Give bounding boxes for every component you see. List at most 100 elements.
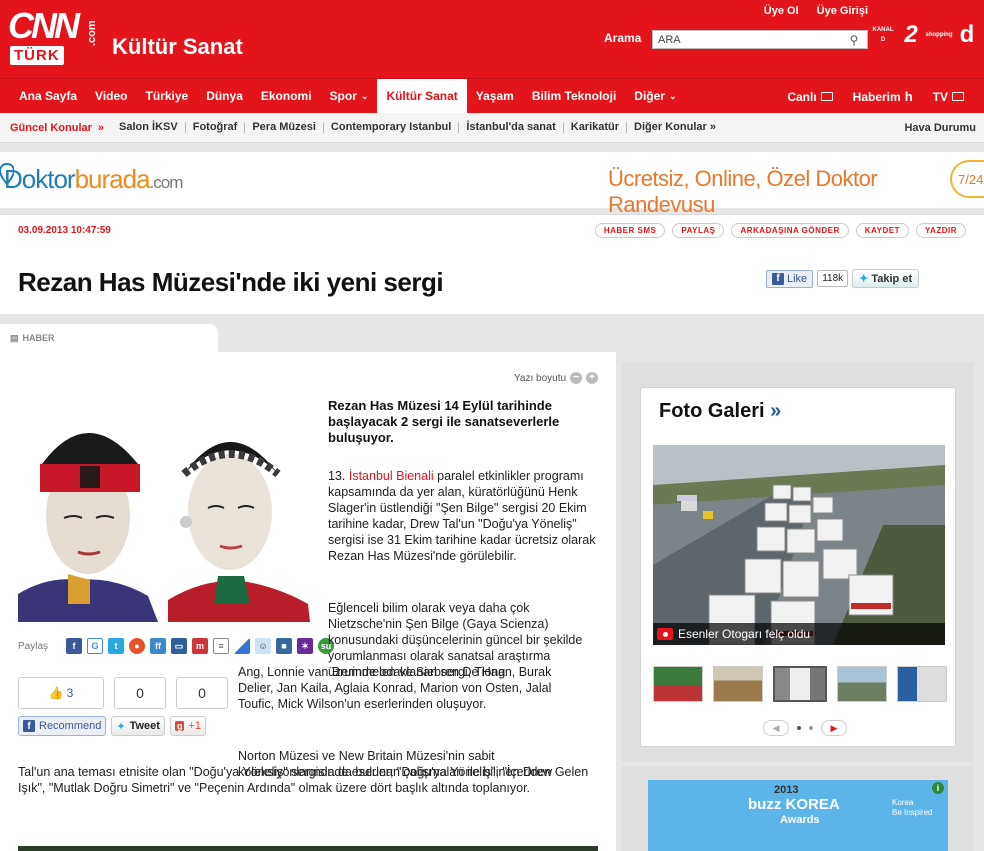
twitter-follow-button[interactable]: ✦ Takip et bbox=[852, 269, 920, 288]
nav-tv[interactable]: TV bbox=[923, 79, 974, 114]
topics-lead-arrow: » bbox=[97, 121, 105, 134]
tw-follow-label: Takip et bbox=[871, 272, 913, 285]
ad-info-icon[interactable]: i bbox=[932, 782, 944, 794]
article-photo bbox=[18, 404, 310, 622]
register-link[interactable]: Üye Ol bbox=[764, 5, 799, 17]
nav-turkiye[interactable]: Türkiye bbox=[137, 79, 198, 114]
topic-salon-iksv[interactable]: Salon İKSV bbox=[112, 122, 186, 133]
camera-icon bbox=[657, 628, 673, 640]
article-paragraph-2-cont: Ang, Lonnie van Brummelen ve Siebren De … bbox=[238, 665, 552, 711]
topic-istanbulda-sanat[interactable]: İstanbul'da sanat bbox=[459, 122, 564, 133]
friendfeed-share-icon[interactable]: ● bbox=[129, 638, 145, 654]
facebook-like-button[interactable]: f Like bbox=[766, 269, 814, 288]
font-decrease-icon[interactable]: − bbox=[570, 372, 583, 384]
pager-dot-active[interactable] bbox=[797, 726, 801, 730]
nav-bilim-teknoloji[interactable]: Bilim Teknoloji bbox=[523, 79, 625, 114]
nav-haberim[interactable]: Haberim h bbox=[843, 79, 923, 114]
digg-share-icon[interactable]: ■ bbox=[276, 638, 292, 654]
search-input[interactable] bbox=[653, 33, 845, 46]
haber-sms-button[interactable]: HABER SMS bbox=[594, 223, 666, 238]
nav-haberim-label: Haberim bbox=[852, 89, 901, 104]
shopping-label: shopping bbox=[925, 32, 953, 38]
tweet-label: Tweet bbox=[129, 720, 160, 732]
hava-durumu-link[interactable]: Hava Durumu bbox=[904, 122, 976, 134]
gallery-thumb-selected[interactable] bbox=[773, 666, 827, 702]
gallery-thumb[interactable] bbox=[837, 666, 887, 702]
search-icon[interactable]: ⚲ bbox=[845, 31, 863, 48]
nav-ekonomi[interactable]: Ekonomi bbox=[252, 79, 321, 114]
topics-lead: Güncel Konular bbox=[10, 121, 92, 134]
nav-video[interactable]: Video bbox=[86, 79, 136, 114]
buzz-korea-ad[interactable]: 2013 buzz KOREA Awards Korea Be Inspired … bbox=[648, 780, 948, 851]
paylas-button[interactable]: PAYLAŞ bbox=[672, 223, 725, 238]
nav-dunya[interactable]: Dünya bbox=[197, 79, 252, 114]
user-links: Üye Ol Üye Girişi bbox=[764, 5, 868, 17]
twitter-bird-icon: ✦ bbox=[859, 273, 869, 285]
tweet-button[interactable]: ✦ Tweet bbox=[111, 716, 165, 736]
cnnturk-logo[interactable]: CNN TÜRK .com bbox=[8, 6, 100, 70]
nav-spor-label: Spor bbox=[329, 89, 357, 103]
ff-share-icon[interactable]: ff bbox=[150, 638, 166, 654]
nav-yasam[interactable]: Yaşam bbox=[467, 79, 523, 114]
myspace-share-icon[interactable]: ▭ bbox=[171, 638, 187, 654]
gplus-button[interactable]: g +1 bbox=[169, 716, 206, 736]
topic-karikatur[interactable]: Karikatür bbox=[564, 122, 628, 133]
logo-turk-text: TÜRK bbox=[10, 46, 64, 65]
reddit-share-icon[interactable]: ☺ bbox=[255, 638, 271, 654]
gallery-prev-button[interactable]: ◀ bbox=[763, 720, 789, 736]
ad-name: buzz KOREA bbox=[748, 796, 840, 813]
p1-post: paralel etkinlikler programı kapsamında … bbox=[328, 469, 596, 563]
login-link[interactable]: Üye Girişi bbox=[817, 5, 868, 17]
haber-tab[interactable]: ▤ HABER bbox=[0, 324, 218, 352]
topic-fotograf[interactable]: Fotoğraf bbox=[186, 122, 246, 133]
gallery-next-button[interactable]: ▶ bbox=[821, 720, 847, 736]
font-increase-icon[interactable]: + bbox=[586, 372, 599, 384]
gallery-thumb[interactable] bbox=[897, 666, 947, 702]
tweet-count-box: 0 bbox=[114, 677, 166, 709]
share-buttons: f Recommend ✦ Tweet g +1 bbox=[18, 716, 206, 736]
kanal-d-logo[interactable]: KANAL D bbox=[870, 20, 896, 50]
gallery-thumb[interactable] bbox=[713, 666, 763, 702]
facebook-icon: f bbox=[772, 272, 784, 285]
pager-dot[interactable] bbox=[809, 726, 813, 730]
nav-diger[interactable]: Diğer ⌄ bbox=[625, 79, 685, 114]
nav-spor[interactable]: Spor ⌄ bbox=[321, 79, 378, 114]
facebook-share-icon[interactable]: f bbox=[66, 638, 82, 654]
kaydet-button[interactable]: KAYDET bbox=[855, 223, 909, 238]
fb-like-count: 118k bbox=[817, 270, 849, 287]
chevron-down-icon: ⌄ bbox=[360, 90, 369, 101]
yazdir-button[interactable]: YAZDIR bbox=[915, 223, 966, 238]
gallery-arrow: » bbox=[770, 400, 782, 422]
nav-kultur-sanat[interactable]: Kültür Sanat bbox=[377, 78, 467, 114]
yahoo-share-icon[interactable]: ✶ bbox=[297, 638, 313, 654]
nav-canli[interactable]: Canlı bbox=[777, 79, 842, 114]
gallery-thumb[interactable] bbox=[653, 666, 703, 702]
site-header: CNN TÜRK .com Kültür Sanat Üye Ol Üye Gi… bbox=[0, 0, 984, 78]
gallery-main-image[interactable]: Esenler Otogarı felç oldu bbox=[653, 445, 945, 645]
ad-side-1: Korea bbox=[892, 798, 914, 807]
share-counts: 👍 3 0 0 bbox=[18, 677, 228, 709]
article-paragraph-1: 13. İstanbul Bienali paralel etkinlikler… bbox=[328, 468, 604, 564]
topic-pera-muzesi[interactable]: Pera Müzesi bbox=[245, 122, 324, 133]
ad-awards: Awards bbox=[780, 814, 820, 826]
twitter-share-icon[interactable]: t bbox=[108, 638, 124, 654]
nav-ana-sayfa[interactable]: Ana Sayfa bbox=[10, 79, 86, 114]
section-title[interactable]: Kültür Sanat bbox=[112, 34, 243, 60]
topic-diger-konular[interactable]: Diğer Konular » bbox=[627, 122, 723, 133]
doktorburada-ad[interactable]: Doktorburada.com Ücretsiz, Online, Özel … bbox=[0, 152, 984, 217]
diigo-share-icon[interactable]: ≡ bbox=[213, 638, 229, 654]
facebook-icon: f bbox=[23, 720, 35, 732]
facebook-recommend-button[interactable]: f Recommend bbox=[18, 716, 107, 736]
delicious-share-icon[interactable] bbox=[234, 638, 250, 654]
font-size-label: Yazı boyutu bbox=[514, 372, 567, 384]
document-icon: ▤ bbox=[10, 333, 19, 343]
shopping-logo[interactable]: shopping bbox=[925, 20, 953, 50]
arkadasina-gonder-button[interactable]: ARKADAŞINA GÖNDER bbox=[731, 223, 849, 238]
google-share-icon[interactable]: G bbox=[87, 638, 103, 654]
istanbul-bienali-link[interactable]: İstanbul Bienali bbox=[349, 469, 434, 483]
mixx-share-icon[interactable]: m bbox=[192, 638, 208, 654]
d-logo[interactable]: d bbox=[954, 20, 980, 50]
channel-2-logo[interactable]: 2 bbox=[898, 20, 924, 50]
topic-contemporary-istanbul[interactable]: Contemporary Istanbul bbox=[324, 122, 460, 133]
gallery-title[interactable]: Foto Galeri » bbox=[659, 400, 781, 423]
